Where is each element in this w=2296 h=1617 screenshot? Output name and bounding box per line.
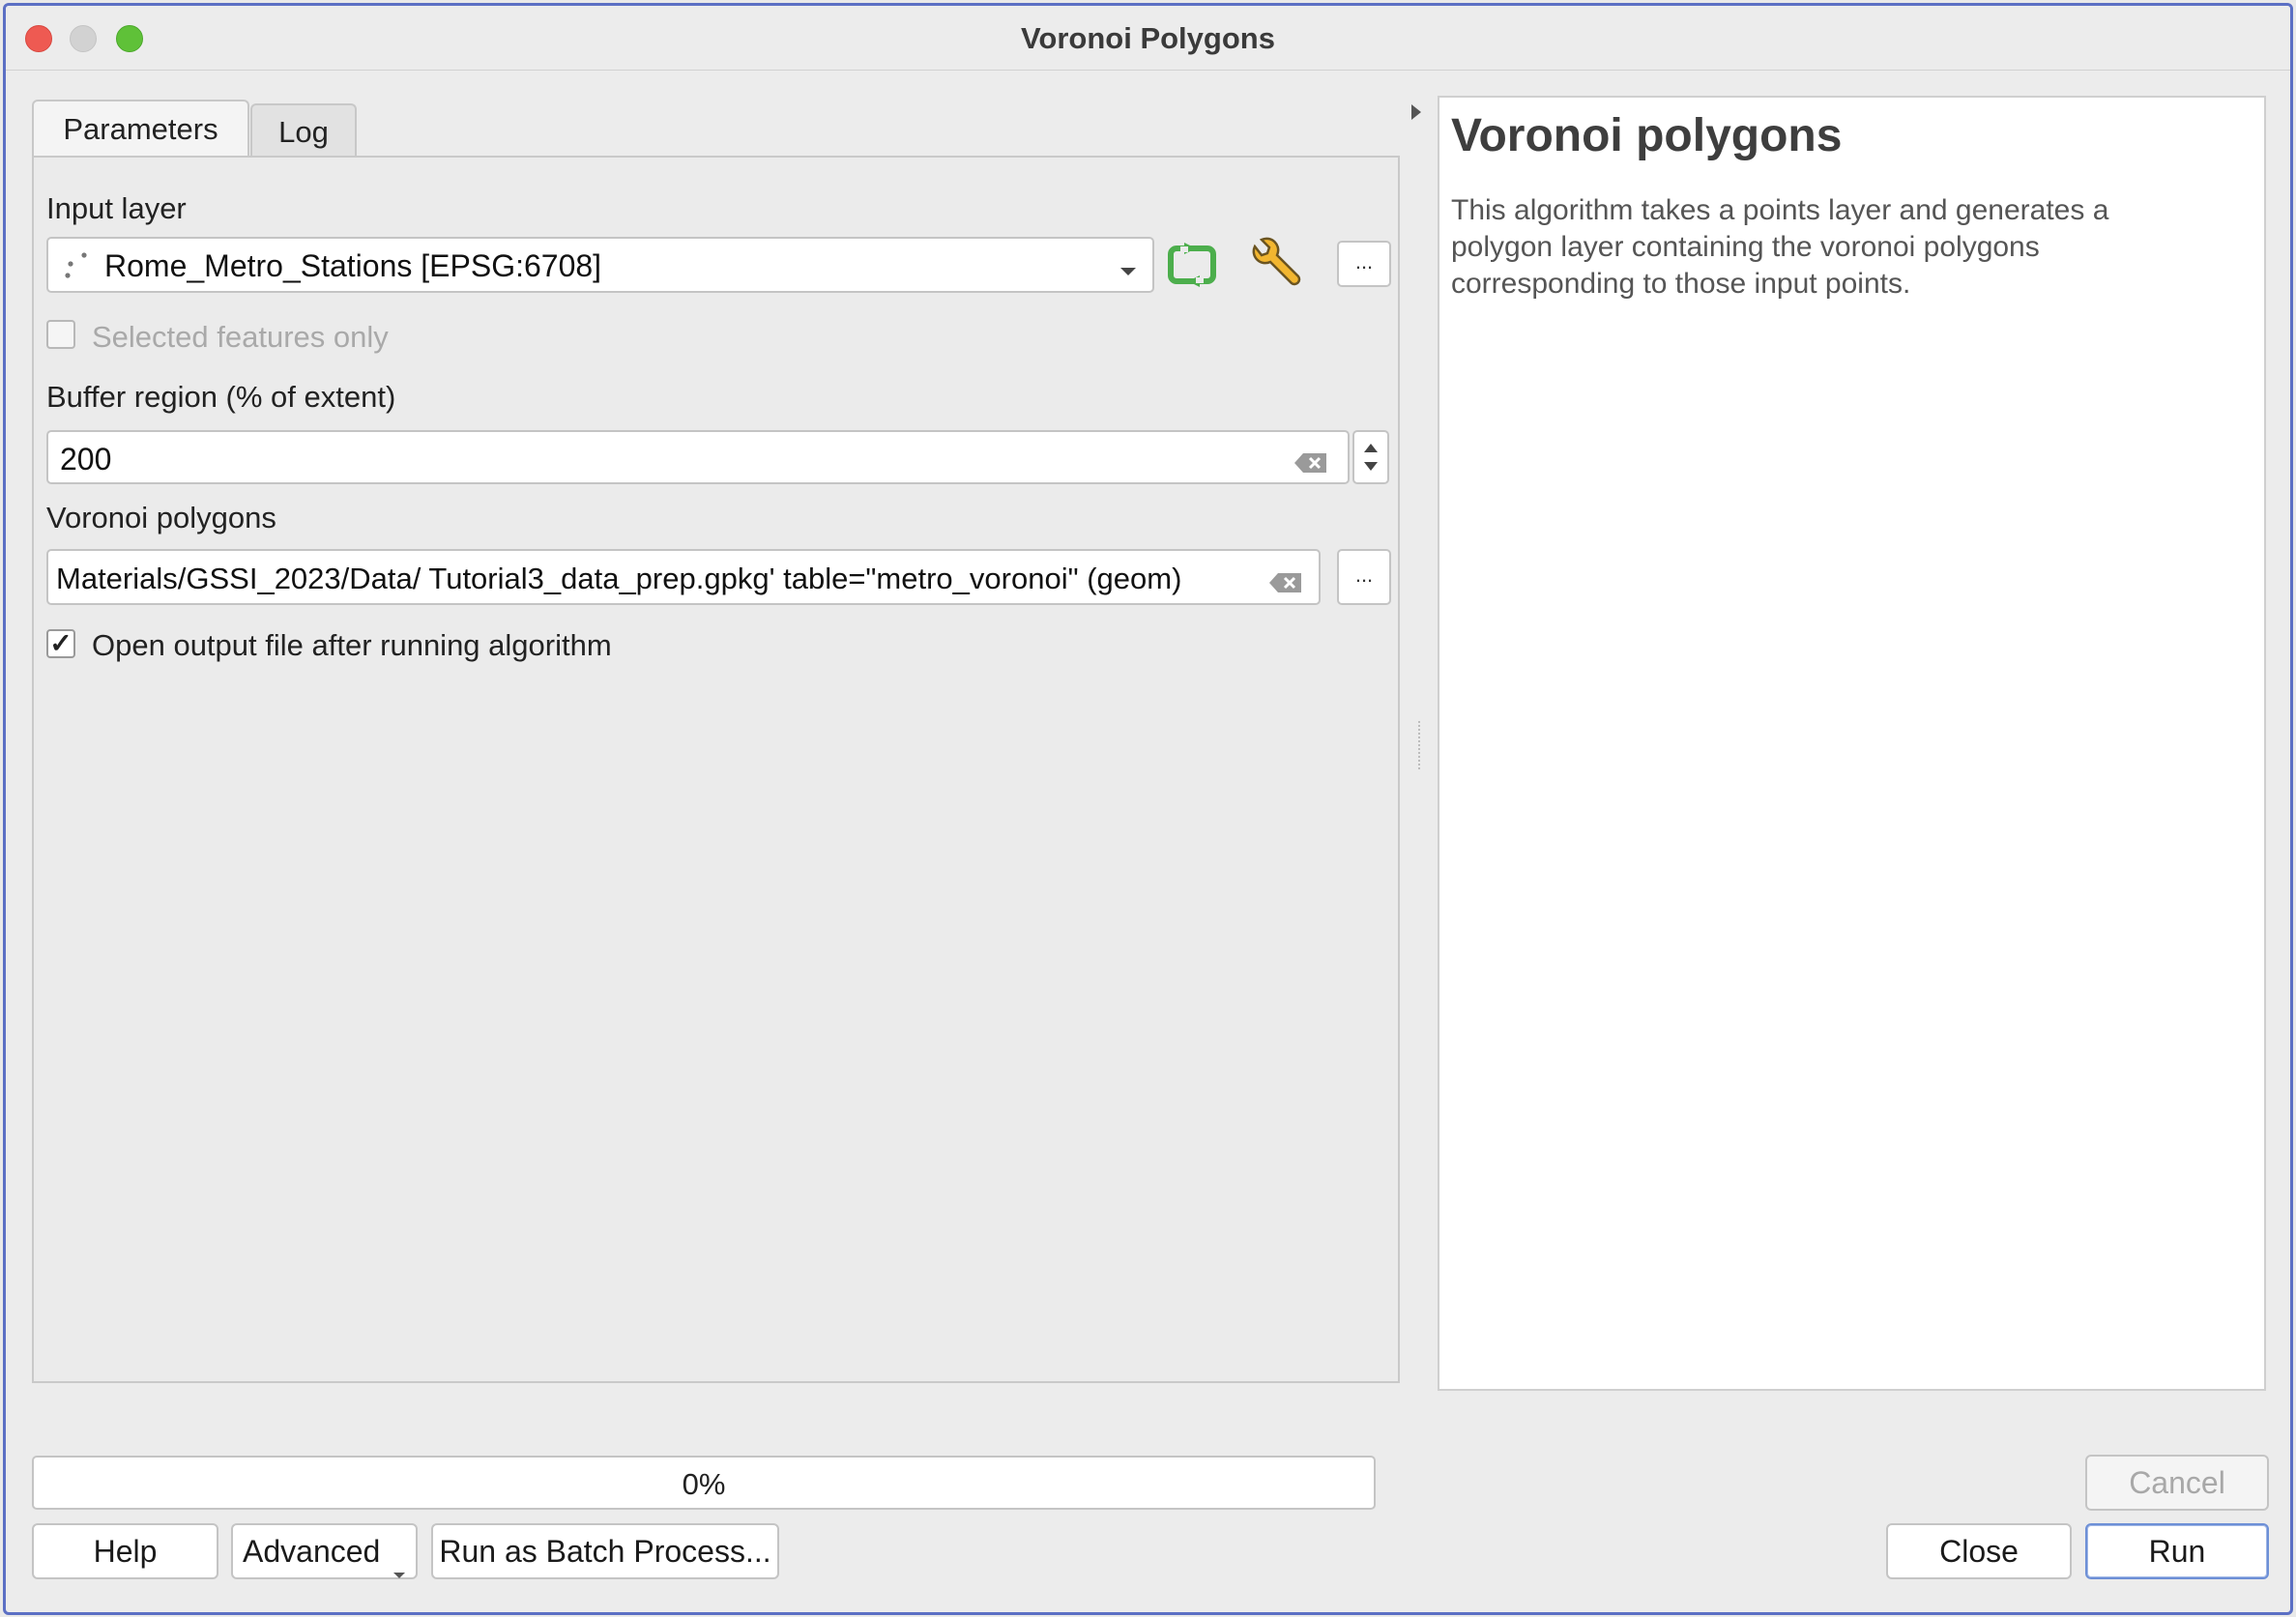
tab-log[interactable]: Log [250, 103, 357, 158]
progress-bar: 0% [32, 1456, 1376, 1510]
open-output-checkbox[interactable]: ✓ [46, 629, 75, 658]
advanced-label: Advanced [243, 1534, 381, 1569]
buffer-region-label: Buffer region (% of extent) [46, 380, 396, 414]
input-layer-label: Input layer [46, 191, 187, 225]
window-title: Voronoi Polygons [1021, 21, 1275, 55]
help-title: Voronoi polygons [1451, 110, 1843, 161]
advanced-button[interactable]: Advanced [231, 1523, 418, 1579]
voronoi-output-label: Voronoi polygons [46, 501, 276, 534]
cancel-button[interactable]: Cancel [2085, 1455, 2269, 1511]
iterate-icon[interactable] [1165, 239, 1219, 291]
chevron-down-icon [1118, 254, 1139, 290]
tab-parameters[interactable]: Parameters [32, 100, 249, 158]
help-description: This algorithm takes a points layer and … [1451, 194, 2109, 300]
point-layer-icon [62, 250, 91, 281]
close-button[interactable]: Close [1886, 1523, 2072, 1579]
run-button[interactable]: Run [2085, 1523, 2269, 1579]
voronoi-output-path-input[interactable]: Materials/GSSI_2023/Data/ Tutorial3_data… [46, 549, 1321, 605]
help-panel: Voronoi polygons This algorithm takes a … [1438, 96, 2266, 1391]
selected-features-only-label: Selected features only [92, 320, 389, 354]
run-as-batch-button[interactable]: Run as Batch Process... [431, 1523, 779, 1579]
triangle-right-icon[interactable] [1410, 102, 1423, 127]
splitter-handle[interactable] [1418, 721, 1423, 769]
input-layer-value: Rome_Metro_Stations [EPSG:6708] [104, 248, 602, 283]
wrench-icon[interactable] [1247, 237, 1307, 295]
selected-features-only-checkbox[interactable] [46, 320, 75, 349]
progress-text: 0% [682, 1467, 726, 1501]
help-button[interactable]: Help [32, 1523, 218, 1579]
input-layer-browse-button[interactable]: ... [1337, 241, 1391, 287]
voronoi-output-path-value: Materials/GSSI_2023/Data/ Tutorial3_data… [56, 562, 1182, 595]
buffer-region-value: 200 [60, 442, 112, 476]
clear-icon[interactable] [1293, 447, 1328, 482]
voronoi-output-browse-button[interactable]: ... [1337, 549, 1391, 605]
clear-icon[interactable] [1263, 566, 1303, 602]
buffer-region-input[interactable]: 200 [46, 430, 1350, 484]
input-layer-combobox[interactable]: Rome_Metro_Stations [EPSG:6708] [46, 237, 1154, 293]
spin-arrows-icon[interactable] [1352, 430, 1389, 484]
title-bar: Voronoi Polygons [6, 6, 2290, 71]
parameters-panel: Input layer Rome_Metro_Stations [EPSG:67… [32, 156, 1400, 1383]
dialog-window: Voronoi Polygons Parameters Log Input la… [3, 3, 2293, 1615]
chevron-down-icon [392, 1545, 406, 1597]
open-output-label: Open output file after running algorithm [92, 628, 612, 662]
